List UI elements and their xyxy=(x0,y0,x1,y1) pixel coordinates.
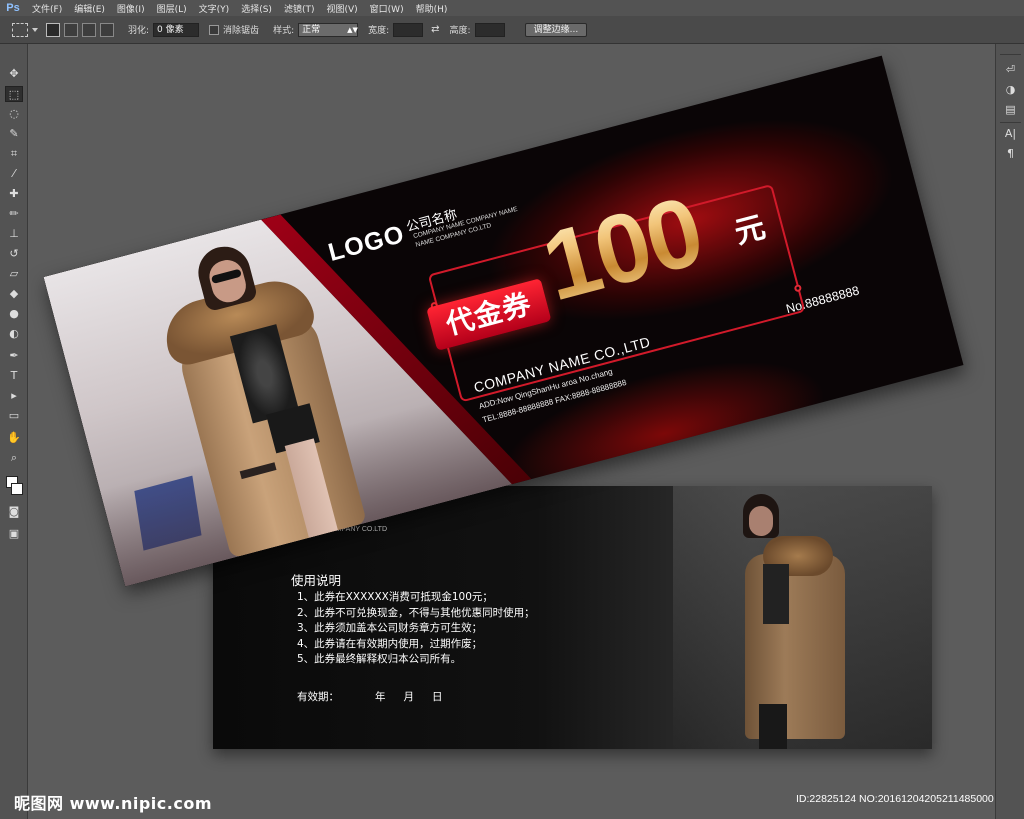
style-label: 样式: xyxy=(273,26,295,36)
width-label: 宽度: xyxy=(368,26,390,36)
healing-brush-tool-icon[interactable]: ✚ xyxy=(5,186,23,202)
character-panel-icon[interactable]: A| xyxy=(1002,126,1019,142)
layer-comps-icon[interactable]: ◑ xyxy=(1002,82,1019,98)
path-select-tool-icon[interactable]: ▸ xyxy=(5,388,23,404)
style-select[interactable]: 正常 ▲▼ xyxy=(298,22,359,37)
clone-stamp-tool-icon[interactable]: ⊥ xyxy=(5,226,23,242)
history-brush-tool-icon[interactable]: ↺ xyxy=(5,246,23,262)
color-swatches-icon[interactable] xyxy=(5,474,23,498)
logo-text: LOGO xyxy=(325,219,408,267)
width-input[interactable] xyxy=(393,22,424,37)
instructions-title: 使用说明 xyxy=(291,573,342,588)
menu-layer[interactable]: 图层(L) xyxy=(151,2,193,15)
validity-day: 日 xyxy=(432,691,443,703)
document-canvas[interactable]: 你 NAME COMPANY CO.LTD 使用说明 1、此券在XXXXXX消费… xyxy=(29,44,995,819)
menu-window[interactable]: 窗口(W) xyxy=(364,2,410,15)
crop-tool-icon[interactable]: ⌗ xyxy=(5,146,23,162)
screen-mode-icon[interactable]: ▣ xyxy=(5,526,23,542)
menu-select[interactable]: 选择(S) xyxy=(235,2,278,15)
marquee-tool-icon[interactable] xyxy=(12,22,28,37)
quick-select-tool-icon[interactable]: ✎ xyxy=(5,126,23,142)
menu-type[interactable]: 文字(Y) xyxy=(193,2,236,15)
back-model-image xyxy=(723,494,863,749)
menu-bar: Ps 文件(F) 编辑(E) 图像(I) 图层(L) 文字(Y) 选择(S) 滤… xyxy=(0,0,1024,16)
zoom-tool-icon[interactable]: ⌕ xyxy=(5,450,23,466)
refine-edge-button[interactable]: 调整边缘... xyxy=(524,22,588,37)
panel-dock: ⏎ ◑ ▤ A| ¶ xyxy=(995,44,1024,819)
type-tool-icon[interactable]: T xyxy=(5,368,23,384)
instruction-item: 4、此券请在有效期内使用，过期作废； xyxy=(297,637,483,650)
menu-file[interactable]: 文件(F) xyxy=(26,2,68,15)
dock-divider xyxy=(1000,54,1021,55)
validity-year: 年 xyxy=(375,691,386,703)
image-id-watermark: ID:22825124 NO:20161204205211485000 xyxy=(796,793,994,805)
shape-tool-icon[interactable]: ▭ xyxy=(5,408,23,424)
chevron-down-icon: ▲▼ xyxy=(347,25,358,34)
menu-help[interactable]: 帮助(H) xyxy=(410,2,454,15)
options-bar: 羽化: 0 像素 消除锯齿 样式: 正常 ▲▼ 宽度: ⇄ 高度: 调整边缘..… xyxy=(0,16,1024,44)
add-selection-button[interactable] xyxy=(64,22,78,37)
blur-tool-icon[interactable]: ● xyxy=(5,306,23,322)
subtract-selection-button[interactable] xyxy=(82,22,96,37)
brush-tool-icon[interactable]: ✏ xyxy=(5,206,23,222)
pen-tool-icon[interactable]: ✒ xyxy=(5,348,23,364)
validity-label: 有效期： xyxy=(297,691,339,703)
antialias-label: 消除锯齿 xyxy=(223,26,260,36)
validity-month: 月 xyxy=(403,691,415,703)
height-input[interactable] xyxy=(474,22,505,37)
frame-dot-icon xyxy=(793,283,803,293)
intersect-selection-button[interactable] xyxy=(100,22,114,37)
feather-label: 羽化: xyxy=(128,26,150,36)
menu-edit[interactable]: 编辑(E) xyxy=(68,2,111,15)
instructions-list: 1、此券在XXXXXX消费可抵现金100元； 2、此券不可兑换现金，不得与其他优… xyxy=(297,590,535,668)
eyedropper-tool-icon[interactable]: ⁄ xyxy=(5,166,23,182)
menu-filter[interactable]: 滤镜(T) xyxy=(278,2,321,15)
eraser-tool-icon[interactable]: ▱ xyxy=(5,266,23,282)
move-tool-icon[interactable]: ✥ xyxy=(5,66,23,82)
menu-image[interactable]: 图像(I) xyxy=(111,2,151,15)
photoshop-logo: Ps xyxy=(6,2,20,14)
lasso-tool-icon[interactable]: ◌ xyxy=(5,106,23,122)
properties-panel-icon[interactable]: ▤ xyxy=(1002,102,1019,118)
tools-panel: ✥ ⬚ ◌ ✎ ⌗ ⁄ ✚ ✏ ⊥ ↺ ▱ ◆ ● ◐ ✒ T ▸ ▭ ✋ ⌕ … xyxy=(0,44,28,819)
quick-mask-icon[interactable]: ◙ xyxy=(5,504,23,520)
nipic-watermark: 昵图网 www.nipic.com xyxy=(14,794,212,813)
style-select-value: 正常 xyxy=(302,24,321,35)
menu-view[interactable]: 视图(V) xyxy=(320,2,363,15)
height-label: 高度: xyxy=(449,26,471,36)
instruction-item: 3、此券须加盖本公司财务章方可生效； xyxy=(297,622,483,634)
tool-preset-caret-icon[interactable] xyxy=(32,27,38,32)
paint-bucket-tool-icon[interactable]: ◆ xyxy=(5,286,23,302)
feather-input[interactable]: 0 像素 xyxy=(153,22,200,37)
swap-icon[interactable]: ⇄ xyxy=(431,24,439,35)
paragraph-panel-icon[interactable]: ¶ xyxy=(1002,146,1019,162)
marquee-tool-icon[interactable]: ⬚ xyxy=(5,86,23,102)
instruction-item: 1、此券在XXXXXX消费可抵现金100元； xyxy=(297,591,493,603)
instruction-item: 5、此券最终解释权归本公司所有。 xyxy=(297,653,462,665)
dock-divider xyxy=(1000,122,1021,123)
instruction-item: 2、此券不可兑换现金，不得与其他优惠同时使用； xyxy=(297,606,535,619)
history-panel-icon[interactable]: ⏎ xyxy=(1002,62,1019,78)
dodge-tool-icon[interactable]: ◐ xyxy=(5,326,23,342)
validity-line: 有效期： 年 月 日 xyxy=(297,689,461,704)
new-selection-button[interactable] xyxy=(46,22,60,37)
hand-tool-icon[interactable]: ✋ xyxy=(5,430,23,446)
antialias-checkbox[interactable] xyxy=(209,24,220,35)
